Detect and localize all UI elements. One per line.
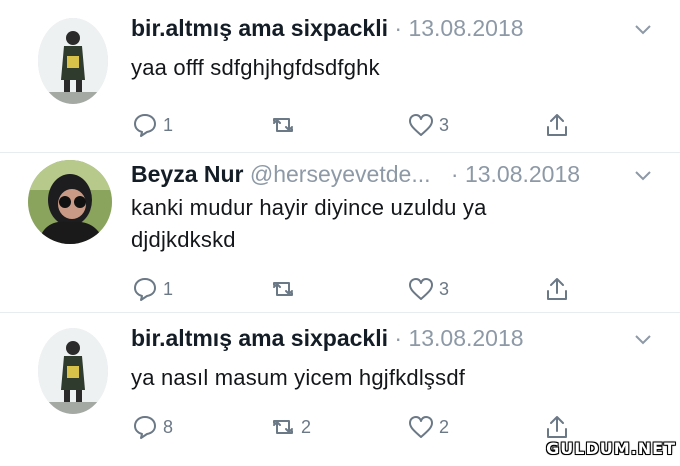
- chevron-down-icon[interactable]: [634, 334, 652, 346]
- tweet-text: ya nasıl masum yicem hgjfkdlşsdf: [131, 362, 465, 394]
- chevron-down-icon[interactable]: [634, 24, 652, 36]
- retweet-button[interactable]: [269, 272, 301, 306]
- tweet-date[interactable]: 13.08.2018: [465, 161, 580, 187]
- tweet[interactable]: Beyza Nur @herseyevetde... · 13.08.2018 …: [0, 154, 680, 302]
- tweet-text-line: djdjkdkskd: [131, 227, 236, 252]
- tweet-header: bir.altmış ama sixpackli · 13.08.2018: [131, 12, 524, 44]
- share-button[interactable]: [543, 272, 571, 306]
- share-icon: [547, 416, 567, 438]
- like-icon: [409, 114, 433, 136]
- share-button[interactable]: [543, 108, 571, 142]
- reply-button[interactable]: 1: [131, 272, 173, 306]
- reply-icon: [134, 278, 156, 301]
- watermark: GULDUM.NET: [546, 439, 676, 458]
- like-count: 3: [439, 278, 450, 299]
- retweet-count: 2: [301, 416, 312, 437]
- reply-icon: [134, 416, 156, 439]
- separator: ·: [394, 325, 403, 351]
- user-handle[interactable]: @herseyevetde...: [250, 161, 431, 187]
- chevron-down-icon[interactable]: [634, 170, 652, 182]
- reply-icon: [134, 114, 156, 137]
- reply-count: 8: [163, 416, 174, 437]
- retweet-button[interactable]: [269, 108, 301, 142]
- like-icon: [409, 416, 433, 438]
- display-name[interactable]: bir.altmış ama sixpackli: [131, 325, 388, 351]
- tweet-text-line: ya nasıl masum yicem hgjfkdlşsdf: [131, 365, 466, 390]
- like-icon: [409, 278, 433, 300]
- share-icon: [547, 278, 567, 300]
- tweet[interactable]: bir.altmış ama sixpackli · 13.08.2018 ya…: [0, 8, 680, 156]
- tweet-date[interactable]: 13.08.2018: [408, 15, 523, 41]
- like-button[interactable]: 3: [407, 108, 449, 142]
- reply-button[interactable]: 1: [131, 108, 173, 142]
- reply-count: 1: [163, 114, 174, 135]
- separator: ·: [394, 15, 403, 41]
- separator: ·: [450, 161, 459, 187]
- like-button[interactable]: 3: [407, 272, 449, 306]
- tweet-actions: 1 3: [131, 108, 591, 142]
- avatar[interactable]: [38, 18, 108, 104]
- avatar[interactable]: [28, 160, 112, 244]
- display-name[interactable]: bir.altmış ama sixpackli: [131, 15, 388, 41]
- tweet-header: bir.altmış ama sixpackli · 13.08.2018: [131, 322, 524, 354]
- retweet-icon: [273, 420, 293, 434]
- like-count: 2: [439, 416, 450, 437]
- like-count: 3: [439, 114, 450, 135]
- retweet-button[interactable]: 2: [269, 410, 311, 444]
- tweet-actions: 8 2 2: [131, 410, 591, 444]
- retweet-icon: [273, 282, 293, 296]
- display-name[interactable]: Beyza Nur: [131, 161, 243, 187]
- tweet-date[interactable]: 13.08.2018: [408, 325, 523, 351]
- divider: [0, 152, 680, 153]
- tweet-text: kanki mudur hayir diyince uzuldu ya djdj…: [131, 192, 487, 256]
- tweet-actions: 1 3: [131, 272, 591, 306]
- like-button[interactable]: 2: [407, 410, 449, 444]
- tweet-text-line: kanki mudur hayir diyince uzuldu ya: [131, 195, 487, 220]
- reply-count: 1: [163, 278, 174, 299]
- retweet-icon: [273, 118, 293, 132]
- tweet-text-line: yaa offf sdfghjhgfdsdfghk: [131, 55, 380, 80]
- share-icon: [547, 114, 567, 136]
- tweet-header: Beyza Nur @herseyevetde... · 13.08.2018: [131, 158, 580, 190]
- avatar[interactable]: [38, 328, 108, 414]
- tweet-text: yaa offf sdfghjhgfdsdfghk: [131, 52, 380, 84]
- reply-button[interactable]: 8: [131, 410, 173, 444]
- divider: [0, 312, 680, 313]
